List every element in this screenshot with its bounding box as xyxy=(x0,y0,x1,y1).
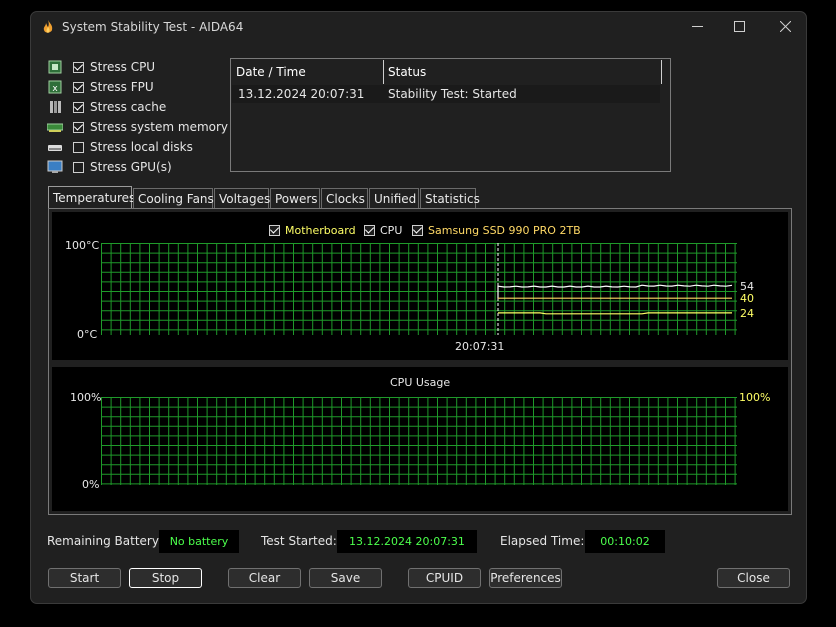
minimize-button[interactable] xyxy=(685,18,709,38)
legend-label-cpu: CPU xyxy=(380,224,403,237)
stress-option-stress-cache[interactable]: Stress cache xyxy=(47,98,166,116)
title-bar: System Stability Test - AIDA64 xyxy=(31,12,806,44)
preferences-button[interactable]: Preferences xyxy=(489,568,562,588)
gpu-monitor-icon xyxy=(47,160,63,173)
battery-label: Remaining Battery: xyxy=(47,534,163,548)
legend-checkbox-motherboard[interactable] xyxy=(269,225,280,236)
elapsed-time-label: Elapsed Time: xyxy=(500,534,585,548)
test-started-label: Test Started: xyxy=(261,534,337,548)
stress-option-label: Stress FPU xyxy=(90,80,154,94)
stress-option-stress-fpu[interactable]: x Stress FPU xyxy=(47,78,154,96)
svg-text:x: x xyxy=(52,84,58,94)
stress-option-label: Stress cache xyxy=(90,100,167,114)
stress-checkbox[interactable] xyxy=(73,141,84,153)
elapsed-time-value: 00:10:02 xyxy=(585,530,665,553)
y-axis-max-label: 100°C xyxy=(65,239,100,252)
status-log-table: Date / Time Status 13.12.2024 20:07:31 S… xyxy=(230,58,671,172)
tab-temperatures[interactable]: Temperatures xyxy=(48,186,135,209)
stop-button[interactable]: Stop xyxy=(129,568,202,588)
maximize-button[interactable] xyxy=(727,18,751,38)
stress-option-stress-cpu[interactable]: Stress CPU xyxy=(47,58,155,76)
column-header-datetime[interactable]: Date / Time xyxy=(232,60,384,84)
legend-label-motherboard: Motherboard xyxy=(285,224,356,237)
temperature-grid xyxy=(101,243,737,335)
stress-option-stress-gpu-s[interactable]: Stress GPU(s) xyxy=(47,158,172,176)
legend-checkbox-cpu[interactable] xyxy=(364,225,375,236)
stress-option-label: Stress GPU(s) xyxy=(90,160,172,174)
tab-powers[interactable]: Powers xyxy=(270,188,320,208)
cache-icon xyxy=(50,101,61,113)
table-row[interactable]: 13.12.2024 20:07:31 Stability Test: Star… xyxy=(232,85,660,103)
stress-checkbox[interactable] xyxy=(73,121,84,133)
usage-y-max-label: 100% xyxy=(70,391,102,404)
start-button[interactable]: Start xyxy=(48,568,121,588)
legend-checkbox-ssd[interactable] xyxy=(412,225,423,236)
stress-option-label: Stress CPU xyxy=(90,60,156,74)
temperature-chart: Motherboard CPU Samsung SSD 990 PRO 2TB … xyxy=(52,212,788,360)
cpu-usage-title: CPU Usage xyxy=(390,376,451,389)
stress-option-stress-system-memory[interactable]: Stress system memory xyxy=(47,118,228,136)
fpu-chip-icon: x xyxy=(48,80,62,94)
time-marker-label: 20:07:31 xyxy=(455,340,505,353)
stress-option-label: Stress system memory xyxy=(90,120,229,134)
readout-motherboard: 24 xyxy=(740,307,754,320)
y-axis-min-label: 0°C xyxy=(77,328,98,341)
close-window-button[interactable] xyxy=(773,18,797,38)
legend-label-ssd: Samsung SSD 990 PRO 2TB xyxy=(428,224,581,237)
aida64-flame-icon xyxy=(43,20,53,33)
memory-module-icon xyxy=(47,123,63,132)
minimize-icon xyxy=(691,26,703,27)
clear-button[interactable]: Clear xyxy=(228,568,301,588)
test-started-value: 13.12.2024 20:07:31 xyxy=(337,530,477,553)
stress-checkbox[interactable] xyxy=(73,81,84,93)
window-title: System Stability Test - AIDA64 xyxy=(62,20,244,34)
tab-voltages[interactable]: Voltages xyxy=(214,188,270,208)
legend-item-motherboard[interactable]: Motherboard xyxy=(269,224,356,237)
save-button[interactable]: Save xyxy=(309,568,382,588)
stress-checkbox[interactable] xyxy=(73,161,84,173)
row-datetime: 13.12.2024 20:07:31 xyxy=(238,87,365,101)
stability-test-window: System Stability Test - AIDA64 Stress CP… xyxy=(30,11,807,604)
stress-checkbox[interactable] xyxy=(73,101,84,113)
legend-item-cpu[interactable]: CPU xyxy=(364,224,402,237)
column-header-status[interactable]: Status xyxy=(384,60,662,84)
cpuid-button[interactable]: CPUID xyxy=(408,568,481,588)
tab-statistics[interactable]: Statistics xyxy=(420,188,480,208)
cpu-chip-icon xyxy=(48,60,62,74)
stress-option-stress-local-disks[interactable]: Stress local disks xyxy=(47,138,193,156)
close-icon xyxy=(779,20,791,33)
tab-cooling-fans[interactable]: Cooling Fans xyxy=(133,188,214,208)
maximize-icon xyxy=(733,21,745,32)
cpu-usage-grid xyxy=(101,397,737,485)
tab-panel-temperatures: Motherboard CPU Samsung SSD 990 PRO 2TB … xyxy=(48,208,792,515)
disk-drive-icon xyxy=(48,145,62,151)
tab-clocks[interactable]: Clocks xyxy=(321,188,368,208)
stress-option-label: Stress local disks xyxy=(90,140,193,154)
usage-readout: 100% xyxy=(739,391,771,404)
readout-ssd: 40 xyxy=(740,292,754,305)
usage-y-min-label: 0% xyxy=(82,478,100,491)
legend-item-ssd[interactable]: Samsung SSD 990 PRO 2TB xyxy=(412,224,581,237)
tab-unified[interactable]: Unified xyxy=(369,188,419,208)
stress-checkbox[interactable] xyxy=(73,61,84,73)
battery-value: No battery xyxy=(159,530,239,553)
close-button[interactable]: Close xyxy=(717,568,790,588)
cpu-usage-chart: CPU Usage 100% 0% 100% xyxy=(52,367,788,511)
row-status: Stability Test: Started xyxy=(388,87,517,101)
